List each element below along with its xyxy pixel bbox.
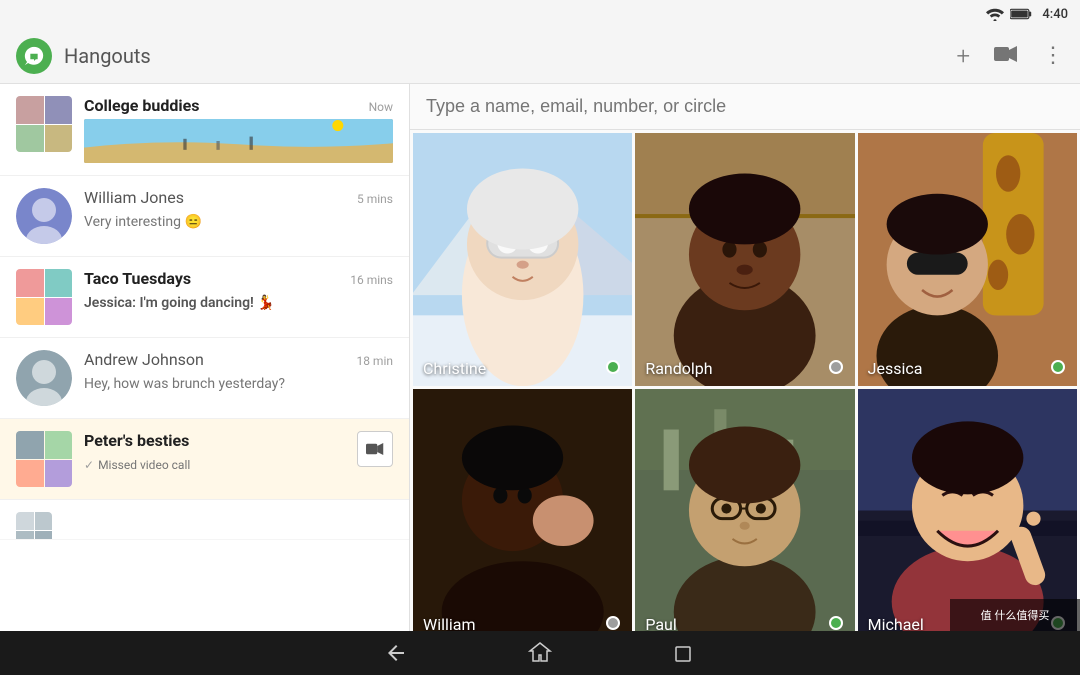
andrew-johnson-time: 18 min: [356, 354, 393, 368]
back-button[interactable]: [384, 641, 408, 665]
clock: 4:40: [1042, 7, 1068, 22]
contact-card-christine[interactable]: Christine: [413, 133, 632, 386]
status-icons: 4:40: [986, 7, 1068, 22]
randolph-status: [829, 360, 843, 374]
left-panel: College buddies Now: [0, 84, 410, 631]
missed-call-text: Missed video call: [98, 458, 190, 472]
home-icon: [528, 641, 552, 665]
contact-card-paul[interactable]: Paul: [635, 389, 854, 631]
right-panel: Christine: [410, 84, 1080, 631]
missed-call-badge: ✓ Missed video call: [84, 458, 190, 472]
status-bar: 4:40: [0, 0, 1080, 28]
taco-tuesdays-time: 16 mins: [350, 273, 393, 287]
content-area: College buddies Now: [0, 84, 1080, 631]
andrew-johnson-header: Andrew Johnson 18 min: [84, 350, 393, 369]
search-input[interactable]: [426, 96, 1064, 117]
recent-apps-button[interactable]: [672, 641, 696, 665]
andrew-johnson-name: Andrew Johnson: [84, 350, 204, 369]
college-buddies-info: College buddies Now: [84, 96, 393, 163]
college-buddies-preview-image: [84, 119, 393, 163]
william-photo: [413, 389, 632, 631]
hangouts-logo-icon: [23, 45, 45, 67]
peters-besties-avatar: [16, 431, 72, 487]
add-button[interactable]: +: [956, 42, 970, 70]
william-jones-time: 5 mins: [357, 192, 393, 206]
search-bar: [410, 84, 1080, 130]
preview-gradient: [84, 119, 393, 163]
william-jones-preview: Very interesting 😑: [84, 214, 202, 230]
contact-card-jessica[interactable]: Jessica: [858, 133, 1077, 386]
app-logo: [16, 38, 52, 74]
taco-tuesdays-info: Taco Tuesdays 16 mins Jessica: I'm going…: [84, 269, 393, 311]
jessica-name: Jessica: [868, 359, 923, 378]
taco-tuesdays-preview: Jessica: I'm going dancing! 💃: [84, 295, 275, 311]
peters-besties-info: Peter's besties ✓ Missed video call: [84, 431, 357, 473]
contact-card-randolph[interactable]: Randolph: [635, 133, 854, 386]
video-call-icon: [366, 442, 384, 456]
contact-card-william[interactable]: William: [413, 389, 632, 631]
andrew-johnson-info: Andrew Johnson 18 min Hey, how was brunc…: [84, 350, 393, 392]
college-buddies-time: Now: [369, 100, 393, 114]
college-buddies-avatar: [16, 96, 72, 152]
contact-card-michael[interactable]: Michael: [858, 389, 1077, 631]
college-buddies-header: College buddies Now: [84, 96, 393, 115]
college-buddies-name: College buddies: [84, 96, 199, 115]
paul-name: Paul: [645, 615, 676, 631]
nav-bar: [0, 631, 1080, 675]
andrew-johnson-avatar: [16, 350, 72, 406]
william-jones-info: William Jones 5 mins Very interesting 😑: [84, 188, 393, 230]
checkmark-icon: ✓: [84, 458, 94, 472]
conv-item-college-buddies[interactable]: College buddies Now: [0, 84, 409, 176]
taco-tuesdays-avatar: [16, 269, 72, 325]
more-button[interactable]: ⋮: [1042, 43, 1064, 68]
william-jones-avatar: [16, 188, 72, 244]
home-button[interactable]: [528, 641, 552, 665]
wifi-icon: [986, 7, 1004, 21]
taco-tuesdays-name: Taco Tuesdays: [84, 269, 191, 288]
conv-item-taco-tuesdays[interactable]: Taco Tuesdays 16 mins Jessica: I'm going…: [0, 257, 409, 338]
conv-item-peters-besties[interactable]: Peter's besties ✓ Missed video call: [0, 419, 409, 500]
contacts-grid: Christine: [410, 130, 1080, 631]
video-icon: [994, 45, 1018, 63]
video-call-button[interactable]: [357, 431, 393, 467]
paul-photo: [635, 389, 854, 631]
randolph-name: Randolph: [645, 359, 712, 378]
christine-photo: [413, 133, 632, 386]
william-jones-header: William Jones 5 mins: [84, 188, 393, 207]
toolbar-actions: + ⋮: [956, 42, 1064, 70]
andrew-johnson-preview: Hey, how was brunch yesterday?: [84, 376, 285, 392]
taco-tuesdays-header: Taco Tuesdays 16 mins: [84, 269, 393, 288]
william-name: William: [423, 615, 476, 631]
app-title: Hangouts: [64, 44, 956, 68]
watermark-text: 值 什么值得买: [981, 607, 1050, 623]
peters-besties-name: Peter's besties: [84, 431, 189, 450]
michael-photo: [858, 389, 1077, 631]
back-icon: [384, 641, 408, 665]
randolph-photo: [635, 133, 854, 386]
christine-name: Christine: [423, 359, 486, 378]
recent-apps-icon: [672, 641, 696, 665]
jessica-photo: [858, 133, 1077, 386]
app-toolbar: Hangouts + ⋮: [0, 28, 1080, 84]
app-container: Hangouts + ⋮: [0, 28, 1080, 631]
watermark: 值 什么值得买: [950, 599, 1080, 631]
conv-item-andrew-johnson[interactable]: Andrew Johnson 18 min Hey, how was brunc…: [0, 338, 409, 419]
video-button[interactable]: [994, 44, 1018, 68]
michael-name: Michael: [868, 615, 924, 631]
conv-item-william-jones[interactable]: William Jones 5 mins Very interesting 😑: [0, 176, 409, 257]
peters-besties-header: Peter's besties: [84, 431, 357, 450]
battery-icon: [1010, 8, 1032, 20]
conv-item-partial[interactable]: [0, 500, 409, 540]
partial-avatar: [16, 512, 52, 540]
william-jones-name: William Jones: [84, 188, 184, 207]
